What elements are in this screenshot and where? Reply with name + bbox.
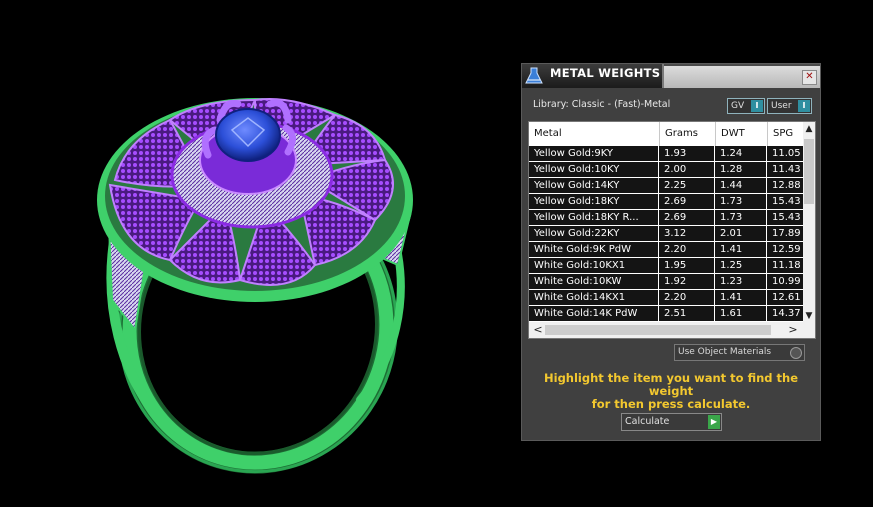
- cell-metal: White Gold:10KW: [529, 274, 659, 289]
- gv-toggle-label: GV: [731, 101, 745, 111]
- instruction-text: Highlight the item you want to find the …: [532, 372, 810, 411]
- cell-spg: 10.99: [767, 274, 807, 289]
- cell-dwt: 1.44: [715, 178, 767, 193]
- cell-metal: Yellow Gold:18KY: [529, 194, 659, 209]
- cell-metal: Yellow Gold:10KY: [529, 162, 659, 177]
- column-header-grams[interactable]: Grams: [659, 122, 715, 146]
- user-toggle-knob: I: [798, 100, 810, 112]
- cell-dwt: 1.41: [715, 290, 767, 305]
- ring-model: [97, 98, 413, 474]
- radio-icon[interactable]: [790, 347, 802, 359]
- cell-grams: 2.69: [659, 210, 715, 225]
- cell-dwt: 1.73: [715, 194, 767, 209]
- sapphire-stone: [215, 108, 281, 162]
- cell-dwt: 2.01: [715, 226, 767, 241]
- calculate-label: Calculate: [625, 416, 670, 427]
- calculate-button[interactable]: Calculate ▶: [621, 413, 722, 431]
- vertical-scroll-thumb[interactable]: [804, 139, 814, 204]
- cell-spg: 11.05: [767, 146, 807, 161]
- instruction-line-1: Highlight the item you want to find the …: [544, 371, 798, 398]
- panel-title: METAL WEIGHTS: [550, 66, 661, 80]
- flask-icon: [525, 67, 543, 84]
- cell-dwt: 1.41: [715, 242, 767, 257]
- table-row[interactable]: Yellow Gold:18KY 2.69 1.73 15.43: [529, 194, 807, 210]
- table-row[interactable]: White Gold:14KX1 2.20 1.41 12.61: [529, 290, 807, 306]
- cell-spg: 11.18: [767, 258, 807, 273]
- cell-dwt: 1.61: [715, 306, 767, 321]
- cell-grams: 1.92: [659, 274, 715, 289]
- table-row[interactable]: Yellow Gold:10KY 2.00 1.28 11.43: [529, 162, 807, 178]
- cell-spg: 11.43: [767, 162, 807, 177]
- play-icon[interactable]: ▶: [708, 415, 720, 429]
- cell-spg: 15.43: [767, 210, 807, 225]
- instruction-line-2: for then press calculate.: [591, 397, 751, 411]
- scroll-up-icon[interactable]: ▲: [803, 123, 815, 135]
- column-header-dwt[interactable]: DWT: [715, 122, 767, 146]
- cell-grams: 2.20: [659, 290, 715, 305]
- metal-table[interactable]: Metal Grams DWT SPG Yellow Gold:9KY 1.93 1…: [528, 121, 816, 339]
- cell-metal: White Gold:14K PdW: [529, 306, 659, 321]
- scroll-right-icon[interactable]: >: [786, 322, 800, 338]
- use-object-materials-label: Use Object Materials: [678, 347, 772, 357]
- cell-metal: White Gold:14KX1: [529, 290, 659, 305]
- title-bar[interactable]: METAL WEIGHTS ✕: [522, 64, 820, 88]
- column-header-metal[interactable]: Metal: [529, 122, 659, 146]
- table-body: Yellow Gold:9KY 1.93 1.24 11.05 Yellow Gold:…: [529, 146, 807, 322]
- table-row[interactable]: White Gold:10KX1 1.95 1.25 11.18: [529, 258, 807, 274]
- cell-grams: 1.93: [659, 146, 715, 161]
- table-row[interactable]: Yellow Gold:22KY 3.12 2.01 17.89: [529, 226, 807, 242]
- library-label: Library: Classic - (Fast)-Metal: [533, 99, 671, 110]
- close-icon[interactable]: ✕: [802, 70, 817, 85]
- cell-grams: 3.12: [659, 226, 715, 241]
- cell-dwt: 1.25: [715, 258, 767, 273]
- cell-grams: 1.95: [659, 258, 715, 273]
- ring-head: [97, 98, 413, 302]
- table-row[interactable]: White Gold:9K PdW 2.20 1.41 12.59: [529, 242, 807, 258]
- gv-toggle[interactable]: GV I: [727, 98, 765, 114]
- cell-metal: White Gold:9K PdW: [529, 242, 659, 257]
- table-row[interactable]: Yellow Gold:9KY 1.93 1.24 11.05: [529, 146, 807, 162]
- metal-weights-panel: METAL WEIGHTS ✕ Library: Classic - (Fast…: [521, 63, 821, 441]
- cell-spg: 12.59: [767, 242, 807, 257]
- table-row[interactable]: Yellow Gold:18KY R... 2.69 1.73 15.43: [529, 210, 807, 226]
- cell-metal: Yellow Gold:22KY: [529, 226, 659, 241]
- cell-grams: 2.69: [659, 194, 715, 209]
- gv-toggle-knob: I: [751, 100, 763, 112]
- cell-spg: 15.43: [767, 194, 807, 209]
- cell-metal: Yellow Gold:18KY R...: [529, 210, 659, 225]
- cell-grams: 2.51: [659, 306, 715, 321]
- cell-spg: 12.88: [767, 178, 807, 193]
- table-row[interactable]: Yellow Gold:14KY 2.25 1.44 12.88: [529, 178, 807, 194]
- table-header: Metal Grams DWT SPG: [529, 122, 803, 146]
- cell-metal: White Gold:10KX1: [529, 258, 659, 273]
- cell-metal: Yellow Gold:9KY: [529, 146, 659, 161]
- cell-grams: 2.00: [659, 162, 715, 177]
- table-row[interactable]: White Gold:10KW 1.92 1.23 10.99: [529, 274, 807, 290]
- column-header-spg[interactable]: SPG: [767, 122, 803, 146]
- title-tab: METAL WEIGHTS: [522, 64, 664, 88]
- cell-grams: 2.20: [659, 242, 715, 257]
- cell-spg: 14.37: [767, 306, 807, 321]
- vertical-scrollbar[interactable]: ▲ ▼: [803, 122, 815, 322]
- user-toggle-label: User: [771, 101, 792, 111]
- scroll-down-icon[interactable]: ▼: [803, 310, 815, 322]
- cell-spg: 17.89: [767, 226, 807, 241]
- cell-dwt: 1.73: [715, 210, 767, 225]
- scroll-left-icon[interactable]: <: [531, 322, 545, 338]
- cell-metal: Yellow Gold:14KY: [529, 178, 659, 193]
- use-object-materials-checkbox[interactable]: Use Object Materials: [674, 344, 805, 361]
- cell-dwt: 1.28: [715, 162, 767, 177]
- cell-spg: 12.61: [767, 290, 807, 305]
- table-row[interactable]: White Gold:14K PdW 2.51 1.61 14.37: [529, 306, 807, 322]
- cell-dwt: 1.24: [715, 146, 767, 161]
- cell-grams: 2.25: [659, 178, 715, 193]
- horizontal-scroll-thumb[interactable]: [545, 325, 771, 335]
- user-toggle[interactable]: User I: [767, 98, 812, 114]
- title-bar-fill: ✕: [664, 66, 820, 88]
- horizontal-scrollbar[interactable]: < >: [529, 322, 815, 338]
- 3d-viewport[interactable]: [0, 0, 515, 503]
- cell-dwt: 1.23: [715, 274, 767, 289]
